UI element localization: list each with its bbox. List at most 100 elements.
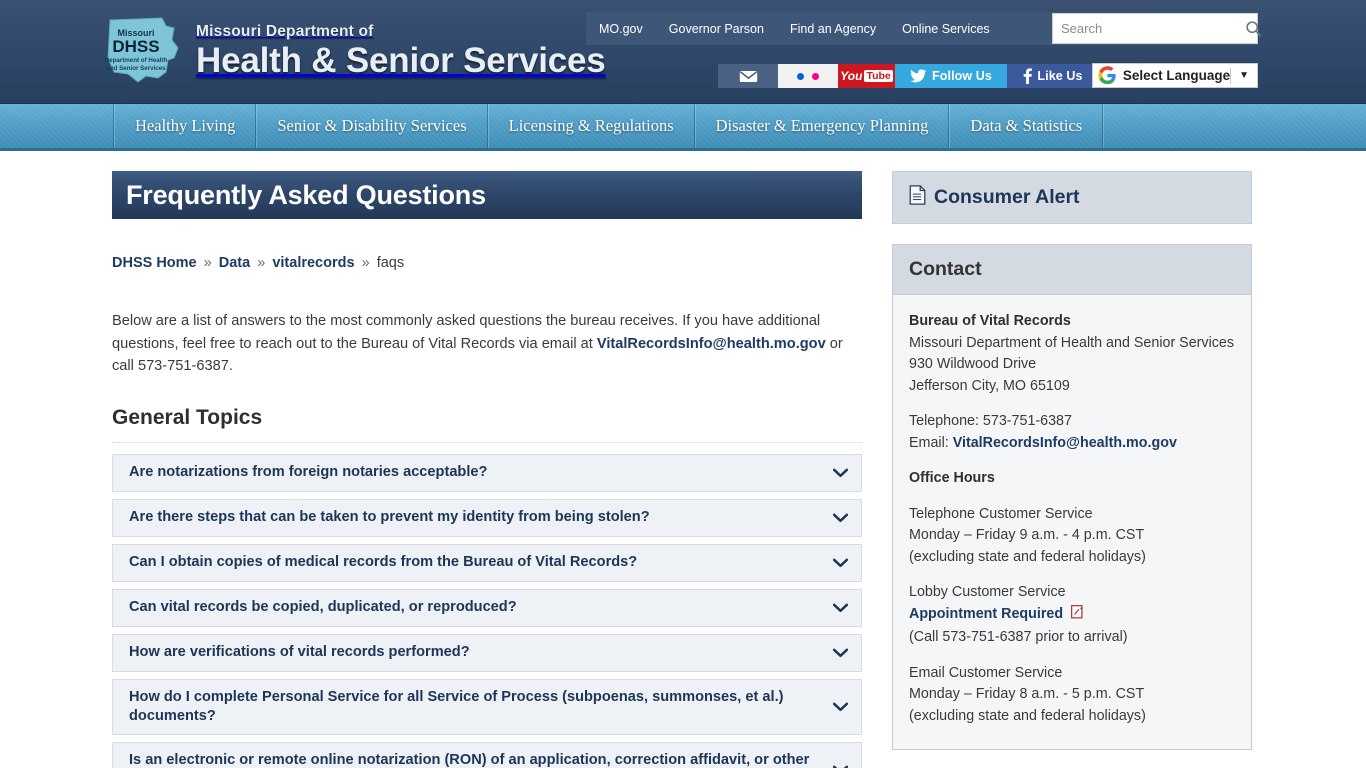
pdf-icon[interactable] — [1071, 604, 1085, 628]
nav-left-spacer — [0, 104, 114, 148]
faq-question: Are there steps that can be taken to pre… — [129, 509, 650, 525]
social-twitter-label: Follow Us — [932, 69, 992, 83]
youtube-tube-text: Tube — [864, 70, 893, 82]
brand-tagline: Missouri Department of — [196, 22, 374, 40]
nav-right-spacer — [1103, 104, 1366, 148]
facebook-f-icon — [1024, 68, 1033, 84]
social-youtube-link[interactable]: You Tube — [838, 64, 895, 88]
faq-question: Is an electronic or remote online notari… — [129, 751, 810, 768]
faq-accordion-item[interactable]: Can vital records be copied, duplicated,… — [112, 588, 862, 627]
search-input[interactable] — [1053, 15, 1245, 42]
social-flickr-link[interactable] — [778, 64, 838, 88]
youtube-icon: You Tube — [840, 69, 893, 83]
chevron-down-icon[interactable] — [831, 558, 849, 568]
faq-question: Are notarizations from foreign notaries … — [129, 464, 488, 480]
chevron-down-icon[interactable] — [831, 468, 849, 478]
flickr-icon — [797, 67, 819, 85]
contact-org-dept: Missouri Department of Health and Senior… — [909, 334, 1235, 351]
faq-question: How are verifications of vital records p… — [129, 644, 470, 660]
faq-accordion-item[interactable]: Can I obtain copies of medical records f… — [112, 543, 862, 582]
chevron-down-icon[interactable] — [831, 513, 849, 523]
nav-item-licensing-regulations[interactable]: Licensing & Regulations — [487, 104, 695, 148]
language-selector[interactable]: Select Language ▼ — [1092, 63, 1258, 88]
svg-text:DHSS: DHSS — [112, 37, 159, 56]
faq-accordion: Are notarizations from foreign notaries … — [112, 453, 862, 768]
chevron-down-icon[interactable] — [831, 648, 849, 658]
chevron-down-icon[interactable]: ▼ — [1231, 70, 1257, 81]
social-email-link[interactable] — [718, 64, 778, 88]
contact-email-row: Email: VitalRecordsInfo@health.mo.gov — [909, 433, 1235, 455]
section-heading-general-topics: General Topics — [112, 406, 862, 443]
contact-address-street: 930 Wildwood Drive — [909, 356, 1037, 372]
nav-item-disaster-emergency-planning[interactable]: Disaster & Emergency Planning — [694, 104, 950, 148]
util-link-online-services[interactable]: Online Services — [889, 22, 1003, 36]
google-g-icon — [1098, 66, 1116, 85]
office-hours-block: Lobby Customer Service Appointment Requi… — [909, 582, 1235, 649]
contact-email-label: Email: — [909, 434, 953, 451]
consumer-alert-header[interactable]: Consumer Alert — [892, 171, 1252, 224]
contact-body: Bureau of Vital Records Missouri Departm… — [892, 295, 1252, 750]
envelope-icon — [739, 70, 757, 82]
office-hours-block: Telephone Customer Service Monday – Frid… — [909, 504, 1235, 569]
faq-accordion-item[interactable]: Are notarizations from foreign notaries … — [112, 453, 862, 492]
nav-item-healthy-living[interactable]: Healthy Living — [114, 104, 257, 148]
hours-block-title: Lobby Customer Service — [909, 584, 1066, 600]
breadcrumb-item-dhss-home[interactable]: DHSS Home — [112, 255, 197, 271]
hours-block-line1: Monday – Friday 8 a.m. - 5 p.m. CST — [909, 686, 1145, 702]
consumer-alert-title: Consumer Alert — [934, 186, 1080, 208]
contact-org-name: Bureau of Vital Records — [909, 313, 1071, 329]
breadcrumb-item-faqs: faqs — [376, 255, 405, 271]
contact-telephone: Telephone: 573-751-6387 — [909, 413, 1072, 429]
youtube-you-text: You — [840, 69, 863, 83]
contact-email-link[interactable]: VitalRecordsInfo@health.mo.gov — [953, 435, 1177, 451]
chevron-down-icon[interactable] — [831, 765, 849, 768]
intro-paragraph: Below are a list of answers to the most … — [112, 310, 862, 378]
svg-text:and Senior Services: and Senior Services — [106, 65, 166, 72]
breadcrumb-separator: » — [257, 255, 266, 271]
hours-block-line2: (Call 573-751-6387 prior to arrival) — [909, 629, 1128, 645]
brand-name: Health & Senior Services — [196, 40, 606, 80]
page-title-bar: Frequently Asked Questions — [112, 171, 862, 219]
breadcrumb-separator: » — [361, 255, 370, 271]
document-icon — [909, 185, 926, 210]
site-logo-link[interactable]: Missouri DHSS Department of Health and S… — [100, 14, 606, 86]
contact-panel: Contact Bureau of Vital Records Missouri… — [892, 244, 1252, 750]
faq-accordion-item[interactable]: Are there steps that can be taken to pre… — [112, 498, 862, 537]
util-link-find-agency[interactable]: Find an Agency — [777, 22, 889, 36]
site-search — [1052, 13, 1262, 44]
intro-email-link[interactable]: VitalRecordsInfo@health.mo.gov — [597, 336, 826, 352]
util-link-mogov[interactable]: MO.gov — [586, 22, 656, 36]
hours-block-line2: (excluding state and federal holidays) — [909, 548, 1146, 565]
main-navigation: Healthy Living Senior & Disability Servi… — [0, 104, 1366, 151]
breadcrumb-item-data[interactable]: Data — [219, 255, 250, 271]
nav-item-senior-disability-services[interactable]: Senior & Disability Services — [256, 104, 488, 148]
sidebar: Consumer Alert Contact Bureau of Vital R… — [892, 151, 1252, 768]
social-facebook-label: Like Us — [1037, 69, 1083, 83]
office-hours-title: Office Hours — [909, 470, 995, 486]
faq-accordion-item[interactable]: Is an electronic or remote online notari… — [112, 741, 862, 768]
language-label: Select Language — [1122, 68, 1231, 83]
util-link-governor[interactable]: Governor Parson — [656, 22, 777, 36]
search-button[interactable] — [1245, 14, 1262, 43]
breadcrumb-separator: » — [203, 255, 212, 271]
chevron-down-icon[interactable] — [831, 603, 849, 613]
office-hours-block: Email Customer Service Monday – Friday 8… — [909, 663, 1235, 728]
hours-block-line1: Monday – Friday 9 a.m. - 4 p.m. CST — [909, 527, 1145, 543]
breadcrumb-item-vitalrecords[interactable]: vitalrecords — [272, 255, 354, 271]
dhss-state-logo-icon: Missouri DHSS Department of Health and S… — [100, 14, 184, 86]
social-twitter-link[interactable]: Follow Us — [895, 64, 1007, 88]
social-facebook-link[interactable]: Like Us — [1007, 64, 1098, 88]
nav-item-data-statistics[interactable]: Data & Statistics — [949, 104, 1104, 148]
appointment-required-link[interactable]: Appointment Required — [909, 606, 1063, 622]
faq-accordion-item[interactable]: How are verifications of vital records p… — [112, 633, 862, 672]
breadcrumb: DHSS Home » Data » vitalrecords » faqs — [112, 255, 862, 271]
hours-block-title: Email Customer Service — [909, 664, 1063, 681]
faq-accordion-item[interactable]: How do I complete Personal Service for a… — [112, 678, 862, 735]
contact-address-city: Jefferson City, MO 65109 — [909, 377, 1070, 394]
chevron-down-icon[interactable] — [831, 702, 849, 712]
